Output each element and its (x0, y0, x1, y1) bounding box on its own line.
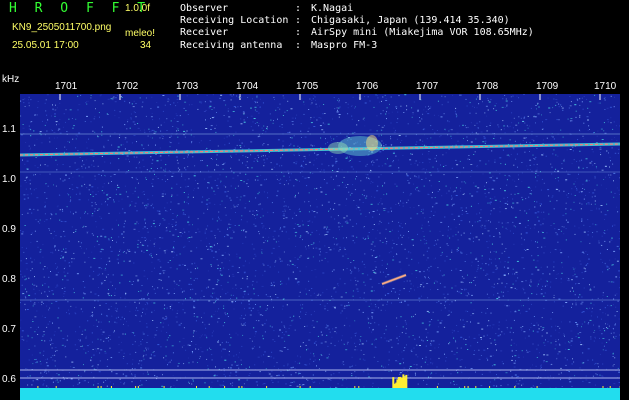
info-key: Observer (180, 3, 229, 14)
noise-texture (20, 94, 620, 389)
datetime-label: 25.05.01 17:00 (12, 40, 79, 51)
x-tick-label: 1707 (416, 81, 439, 92)
x-tick-label: 1702 (116, 81, 139, 92)
x-tick-label: 1708 (476, 81, 499, 92)
x-tick-label: 1701 (55, 81, 78, 92)
x-tick-label: 1709 (536, 81, 559, 92)
bottom-spikes (37, 374, 620, 388)
time-tick-marks (59, 94, 601, 100)
x-tick-label: 1703 (176, 81, 199, 92)
info-key: Receiving Location (180, 15, 289, 27)
info-sep: : (295, 3, 302, 14)
info-row-antenna: Receiving antenna: Maspro FM-3 (180, 40, 534, 52)
y-tick-label: 1.1 (2, 124, 16, 135)
info-row-observer: Observer: K.Nagai (180, 3, 534, 15)
info-value: Chigasaki, Japan (139.414 35.340) (311, 15, 510, 27)
y-tick-label: 0.6 (2, 374, 16, 385)
station-info: Observer: K.Nagai Receiving Location: Chig… (180, 3, 534, 52)
x-tick-label: 1706 (356, 81, 379, 92)
info-value: K.Nagai (311, 3, 354, 14)
meteor-echo-cluster (328, 135, 382, 156)
version-label: 1.0.0f (125, 3, 151, 14)
x-tick-label: 1710 (594, 81, 617, 92)
y-tick-label: 0.9 (2, 224, 16, 235)
filename-label: KN9_2505011700.png (12, 22, 112, 33)
hroft-spectrogram-screen: H R O F F T 1.0.0f KN9_2505011700.png me… (0, 0, 629, 400)
meteor-count: 34 (140, 40, 152, 51)
x-tick-label: 1705 (296, 81, 319, 92)
y-tick-label: 0.7 (2, 324, 16, 335)
info-key: Receiving antenna (180, 39, 283, 51)
y-tick-label: 1.0 (2, 174, 16, 185)
y-axis-unit: kHz (2, 74, 20, 85)
carrier-line-core (20, 143, 620, 156)
info-sep: : (295, 15, 302, 27)
info-value: Maspro FM-3 (311, 39, 378, 51)
y-tick-label: 0.8 (2, 274, 16, 285)
info-sep: : (295, 39, 302, 51)
info-value: AirSpy mini (Miakejima VOR 108.65MHz) (311, 27, 534, 39)
x-tick-label: 1704 (236, 81, 259, 92)
meleo-label: meleo! (125, 28, 156, 39)
info-sep: : (295, 27, 302, 39)
spectrogram-canvas (20, 94, 620, 400)
spectrogram-plot (20, 94, 620, 400)
info-row-location: Receiving Location: Chigasaki, Japan (139… (180, 15, 534, 27)
info-key: Receiver (180, 27, 229, 39)
info-row-receiver: Receiver: AirSpy mini (Miakejima VOR 108.… (180, 27, 534, 39)
bottom-dc-band (20, 388, 620, 400)
